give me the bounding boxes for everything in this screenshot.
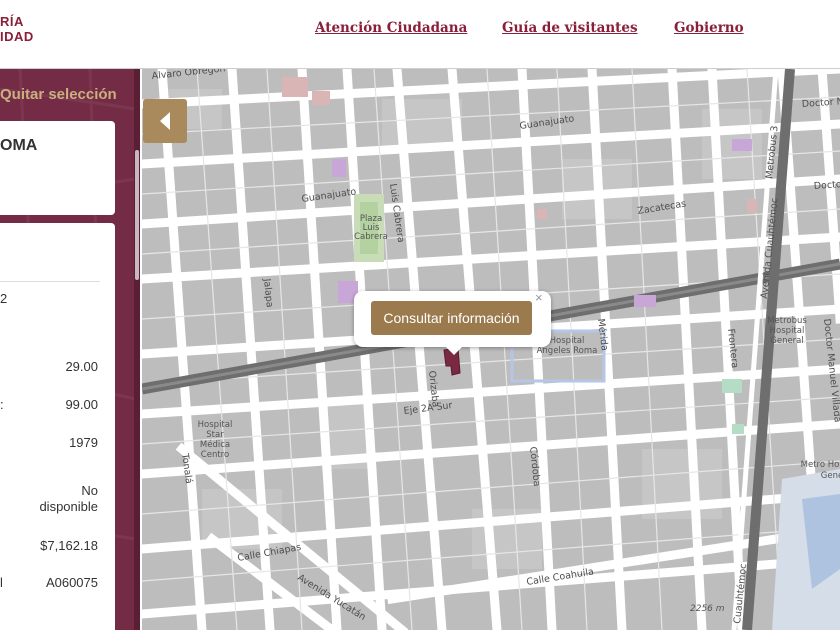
nav-guia-visitantes[interactable]: Guía de visitantes — [502, 20, 638, 36]
clear-selection-button[interactable]: Quitar selección — [0, 86, 117, 103]
close-icon[interactable]: × — [535, 290, 543, 305]
detail-value-6: A060075 — [45, 575, 98, 590]
detail-value-1: 29.00 — [65, 359, 98, 374]
map-popup-tip — [445, 346, 463, 355]
map-view[interactable]: Guanajuato Guanajuato Zacatecas Luis Cab… — [142, 69, 840, 630]
svg-text:General: General — [770, 336, 804, 346]
nav-atencion-ciudadana[interactable]: Atención Ciudadana — [315, 20, 467, 36]
map-scale: 2256 m — [690, 604, 725, 614]
svg-text:Centro: Centro — [201, 450, 229, 460]
svg-text:Hospital: Hospital — [198, 420, 233, 430]
collapse-sidebar-button[interactable] — [143, 99, 187, 143]
detail-value-4: No disponible — [39, 483, 98, 514]
detail-label-2: : — [0, 397, 4, 412]
svg-text:Metro Ho: Metro Ho — [801, 460, 840, 470]
detail-value-3: 1979 — [69, 435, 98, 450]
detail-label-0: 2 — [0, 291, 8, 306]
svg-text:Metrobus: Metrobus — [767, 316, 807, 326]
map-canvas[interactable]: Guanajuato Guanajuato Zacatecas Luis Cab… — [142, 69, 840, 630]
detail-label-6: l — [0, 575, 3, 590]
svg-text:Cabrera: Cabrera — [354, 232, 388, 242]
svg-text:Gene: Gene — [821, 471, 840, 481]
site-header: RÍA IDAD Atención Ciudadana Guía de visi… — [0, 0, 840, 69]
svg-text:Médica: Médica — [200, 439, 230, 450]
poi-metrobus-hospital-general: Metrobus Hospital General — [767, 316, 807, 346]
nav-gobierno[interactable]: Gobierno — [674, 20, 744, 36]
property-title: OMA — [0, 137, 38, 154]
svg-text:Star: Star — [206, 430, 224, 440]
consultar-informacion-button[interactable]: Consultar información — [371, 301, 532, 335]
site-logo[interactable]: RÍA IDAD — [0, 14, 34, 44]
property-sidebar: Quitar selección OMA 2 29.00 : 99.00 197… — [0, 69, 136, 630]
detail-value-2: 99.00 — [65, 397, 98, 412]
detail-value-5: $7,162.18 — [40, 538, 98, 553]
logo-line-1: RÍA — [0, 14, 24, 29]
property-title-card: OMA — [0, 121, 115, 215]
poi-hospital-star-medica: Hospital Star Médica Centro — [198, 420, 233, 460]
svg-text:Hospital: Hospital — [770, 326, 805, 336]
sidebar-scrollbar-thumb[interactable] — [135, 150, 139, 280]
street-doctor-mid: Docto — [813, 179, 840, 192]
details-divider — [0, 281, 100, 282]
logo-line-2: IDAD — [0, 29, 34, 44]
property-details-card: 2 29.00 : 99.00 1979 No disponible $7,16… — [0, 223, 115, 630]
chevron-left-icon — [160, 112, 170, 130]
svg-text:Hospital: Hospital — [550, 336, 585, 346]
